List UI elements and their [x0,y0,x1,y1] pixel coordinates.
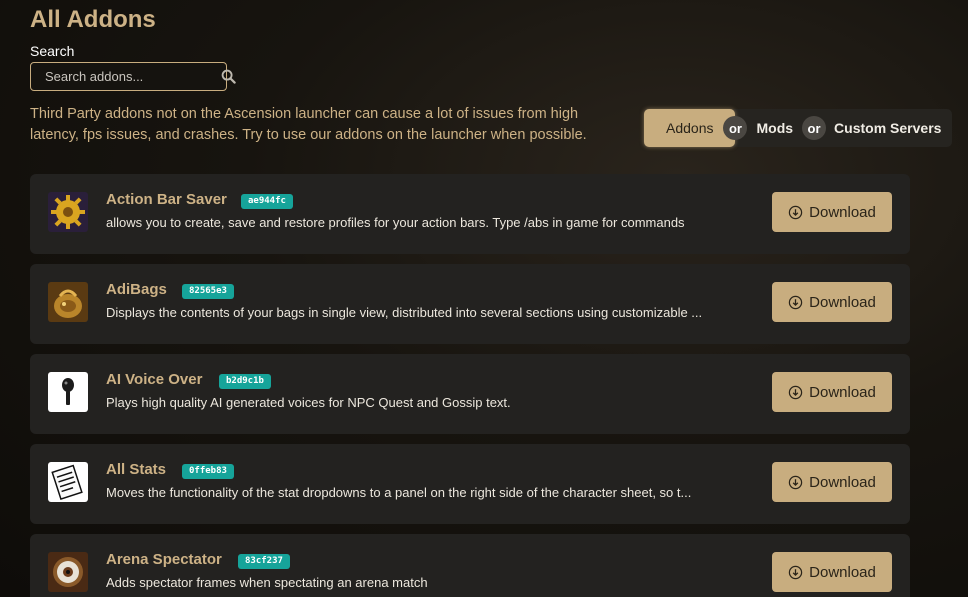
addon-description: Adds spectator frames when spectating an… [106,575,428,590]
search-box[interactable] [30,62,236,91]
download-label: Download [809,563,876,581]
or-separator: or [723,116,748,140]
eye-icon [48,552,88,592]
version-hash-badge: ae944fc [241,194,293,209]
version-hash-badge: 83cf237 [238,554,290,569]
addon-name[interactable]: AI Voice Over [106,371,202,388]
addon-description: Plays high quality AI generated voices f… [106,395,511,410]
addon-name[interactable]: Arena Spectator [106,551,222,568]
addon-card: AI Voice Over b2d9c1b Plays high quality… [30,354,910,434]
download-label: Download [809,203,876,221]
download-label: Download [809,473,876,491]
search-label: Search [30,43,75,59]
addon-description: Moves the functionality of the stat drop… [106,485,692,500]
addon-card: Arena Spectator 83cf237 Adds spectator f… [30,534,910,597]
microphone-icon [48,372,88,412]
addon-description: allows you to create, save and restore p… [106,215,685,230]
search-icon[interactable] [221,69,236,85]
addon-description: Displays the contents of your bags in si… [106,305,703,320]
page-title: All Addons [30,6,156,33]
download-icon [788,565,803,580]
download-button[interactable]: Download [772,192,892,232]
download-icon [788,385,803,400]
search-input[interactable] [45,69,221,84]
download-button[interactable]: Download [772,462,892,502]
category-filter: Addons or Mods or Custom Servers [644,109,952,147]
version-hash-badge: 82565e3 [182,284,234,299]
version-hash-badge: 0ffeb83 [182,464,234,479]
filter-custom-servers-button[interactable]: Custom Servers [834,109,941,147]
download-button[interactable]: Download [772,282,892,322]
filter-mods-button[interactable]: Mods [756,109,793,147]
version-hash-badge: b2d9c1b [219,374,271,389]
stats-sheet-icon [48,462,88,502]
or-separator: or [802,116,827,140]
download-icon [788,475,803,490]
addon-name[interactable]: Action Bar Saver [106,191,227,208]
addon-card: Action Bar Saver ae944fc allows you to c… [30,174,910,254]
gear-icon [48,192,88,232]
download-icon [788,205,803,220]
addon-name[interactable]: All Stats [106,461,166,478]
addon-card: AdiBags 82565e3 Displays the contents of… [30,264,910,344]
launcher-notice: Third Party addons not on the Ascension … [30,106,587,143]
addon-list: Action Bar Saver ae944fc allows you to c… [30,174,910,597]
bag-icon [48,282,88,322]
addon-name[interactable]: AdiBags [106,281,167,298]
filter-addons-button[interactable]: Addons [644,109,736,147]
addon-card: All Stats 0ffeb83 Moves the functionalit… [30,444,910,524]
download-label: Download [809,383,876,401]
download-label: Download [809,293,876,311]
download-icon [788,295,803,310]
download-button[interactable]: Download [772,552,892,592]
download-button[interactable]: Download [772,372,892,412]
